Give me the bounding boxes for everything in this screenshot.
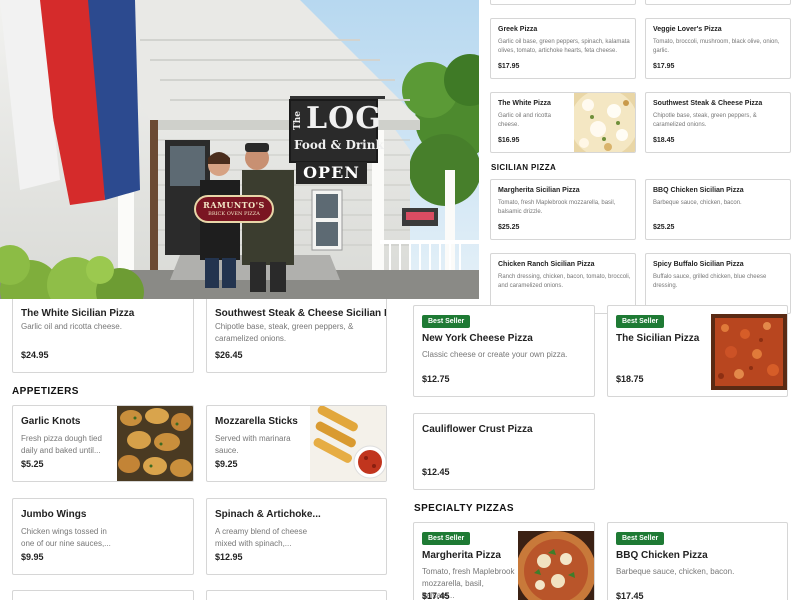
item-name: BBQ Chicken Sicilian Pizza bbox=[653, 187, 744, 194]
mozzarella-sticks-photo bbox=[310, 406, 386, 481]
item-price: $12.75 bbox=[422, 374, 450, 384]
menu-item-card-cauliflower-crust[interactable]: Cauliflower Crust Pizza $12.45 bbox=[413, 413, 595, 490]
item-description: Chipotle base, steak, green peppers, & c… bbox=[215, 322, 354, 343]
item-name: Jumbo Wings bbox=[21, 509, 87, 520]
best-seller-badge: Best Seller bbox=[616, 532, 665, 545]
best-seller-badge: Best Seller bbox=[422, 532, 471, 545]
menu-item-card-margherita-pizza[interactable]: Best Seller Margherita Pizza Tomato, fre… bbox=[413, 522, 595, 600]
menu-item-card-bbq-chicken-sicilian[interactable]: BBQ Chicken Sicilian Pizza Barbeque sauc… bbox=[645, 179, 791, 240]
menu-item-card-partial[interactable] bbox=[12, 590, 194, 600]
item-price: $12.45 bbox=[422, 467, 450, 477]
item-name: Margherita Pizza bbox=[422, 550, 501, 561]
item-name: Spinach & Artichoke... bbox=[215, 509, 321, 520]
item-description: Fresh pizza dough tied daily and baked u… bbox=[21, 434, 102, 455]
item-price: $9.25 bbox=[215, 459, 238, 469]
item-description: Garlic oil and ricotta cheese. bbox=[21, 322, 122, 331]
item-name: The Sicilian Pizza bbox=[616, 333, 700, 344]
item-name: Spicy Buffalo Sicilian Pizza bbox=[653, 261, 744, 268]
menu-item-card-garlic-knots[interactable]: Garlic Knots Fresh pizza dough tied dail… bbox=[12, 405, 194, 482]
item-description: Tomato, broccoli, mushroom, black olive,… bbox=[653, 39, 780, 54]
item-name: Southwest Steak & Cheese Sicilian Pizza bbox=[215, 308, 386, 319]
item-name: Mozzarella Sticks bbox=[215, 416, 298, 427]
item-name: New York Cheese Pizza bbox=[422, 333, 533, 344]
item-description: Barbeque sauce, chicken, bacon. bbox=[653, 200, 742, 206]
menu-item-card-southwest-steak-sicilian[interactable]: Southwest Steak & Cheese Sicilian Pizza … bbox=[206, 286, 387, 373]
item-price: $17.95 bbox=[498, 63, 520, 70]
item-name: Southwest Steak & Cheese Pizza bbox=[653, 100, 763, 107]
menu-item-card-the-sicilian-pizza[interactable]: Best Seller The Sicilian Pizza $18.75 bbox=[607, 305, 788, 397]
menu-item-card-greek-pizza[interactable]: Greek Pizza Garlic oil base, green peppe… bbox=[490, 18, 636, 79]
item-description: Classic cheese or create your own pizza. bbox=[422, 350, 568, 359]
item-price: $24.95 bbox=[21, 350, 49, 360]
menu-item-card-white-sicilian[interactable]: The White Sicilian Pizza Garlic oil and … bbox=[12, 286, 194, 373]
sicilian-pizza-photo bbox=[711, 314, 787, 390]
menu-item-card-new-york-cheese[interactable]: Best Seller New York Cheese Pizza Classi… bbox=[413, 305, 595, 397]
item-description: Chipotle base, steak, green peppers, & c… bbox=[653, 113, 757, 128]
held-sign-line-1: RAMUNTO'S bbox=[203, 200, 265, 210]
item-description: Garlic oil and ricotta cheese. bbox=[498, 113, 552, 128]
menu-item-card-partial[interactable] bbox=[645, 0, 791, 5]
item-price: $18.45 bbox=[653, 137, 675, 144]
item-name: Veggie Lover's Pizza bbox=[653, 26, 722, 33]
margherita-pizza-photo bbox=[518, 531, 594, 600]
garlic-knots-photo bbox=[117, 406, 193, 481]
item-description: Barbeque sauce, chicken, bacon. bbox=[616, 567, 735, 576]
menu-item-card-mozzarella-sticks[interactable]: Mozzarella Sticks Served with marinara s… bbox=[206, 405, 387, 482]
item-price: $18.75 bbox=[616, 374, 644, 384]
open-sign: OPEN bbox=[303, 163, 360, 182]
menu-item-card-spinach-artichoke[interactable]: Spinach & Artichoke... A creamy blend of… bbox=[206, 498, 387, 575]
item-price: $26.45 bbox=[215, 350, 243, 360]
menu-item-card-white-pizza[interactable]: The White Pizza Garlic oil and ricotta c… bbox=[490, 92, 636, 153]
item-price: $17.45 bbox=[616, 591, 644, 600]
menu-item-card-partial[interactable] bbox=[490, 0, 636, 5]
best-seller-badge: Best Seller bbox=[616, 315, 665, 328]
item-name: Cauliflower Crust Pizza bbox=[422, 424, 533, 435]
menu-item-card-bbq-chicken-pizza[interactable]: Best Seller BBQ Chicken Pizza Barbeque s… bbox=[607, 522, 788, 600]
menu-page: Greek Pizza Garlic oil base, green peppe… bbox=[0, 0, 800, 600]
item-price: $16.95 bbox=[498, 137, 520, 144]
item-price: $25.25 bbox=[498, 224, 520, 231]
item-description: Ranch dressing, chicken, bacon, tomato, … bbox=[498, 274, 631, 289]
menu-item-card-partial[interactable] bbox=[206, 590, 387, 600]
log-sign: The LOG Food & Drink bbox=[290, 100, 384, 162]
section-heading-sicilian-pizza: SICILIAN PIZZA bbox=[491, 163, 557, 172]
item-name: The White Sicilian Pizza bbox=[21, 308, 135, 319]
item-description: Garlic oil base, green peppers, spinach,… bbox=[498, 39, 630, 54]
item-price: $17.95 bbox=[653, 63, 675, 70]
menu-item-card-veggie-lovers-pizza[interactable]: Veggie Lover's Pizza Tomato, broccoli, m… bbox=[645, 18, 791, 79]
item-name: Greek Pizza bbox=[498, 26, 538, 33]
section-heading-specialty-pizzas: SPECIALTY PIZZAS bbox=[414, 503, 514, 514]
item-name: BBQ Chicken Pizza bbox=[616, 550, 708, 561]
best-seller-badge: Best Seller bbox=[422, 315, 471, 328]
log-sign-log: LOG bbox=[306, 101, 382, 136]
item-description: Tomato, fresh Maplebrook mozzarella, bas… bbox=[498, 200, 616, 215]
item-name: Chicken Ranch Sicilian Pizza bbox=[498, 261, 595, 268]
menu-item-card-jumbo-wings[interactable]: Jumbo Wings Chicken wings tossed in one … bbox=[12, 498, 194, 575]
log-sign-the: The bbox=[293, 111, 303, 130]
item-price: $17.45 bbox=[422, 591, 450, 600]
item-price: $12.95 bbox=[215, 552, 243, 562]
storefront-photo: The LOG Food & Drink OPEN RAMUNTO'S BRIC… bbox=[0, 0, 479, 299]
white-pizza-photo bbox=[574, 93, 635, 152]
log-sign-food-drink: Food & Drink bbox=[294, 138, 384, 152]
ramuntos-held-sign: RAMUNTO'S BRICK OVEN PIZZA bbox=[195, 196, 273, 222]
item-price: $25.25 bbox=[653, 224, 675, 231]
section-heading-appetizers: APPETIZERS bbox=[12, 386, 79, 397]
item-description: Served with marinara sauce. bbox=[215, 434, 291, 455]
item-name: The White Pizza bbox=[498, 100, 551, 107]
item-name: Margherita Sicilian Pizza bbox=[498, 187, 580, 194]
item-price: $5.25 bbox=[21, 459, 44, 469]
menu-item-card-margherita-sicilian[interactable]: Margherita Sicilian Pizza Tomato, fresh … bbox=[490, 179, 636, 240]
menu-item-card-southwest-steak-pizza[interactable]: Southwest Steak & Cheese Pizza Chipotle … bbox=[645, 92, 791, 153]
item-description: Buffalo sauce, grilled chicken, blue che… bbox=[653, 274, 767, 289]
item-description: Chicken wings tossed in one of our nine … bbox=[21, 527, 111, 548]
item-name: Garlic Knots bbox=[21, 416, 81, 427]
item-description: A creamy blend of cheese mixed with spin… bbox=[215, 527, 308, 548]
item-price: $9.95 bbox=[21, 552, 44, 562]
held-sign-line-2: BRICK OVEN PIZZA bbox=[208, 211, 260, 217]
